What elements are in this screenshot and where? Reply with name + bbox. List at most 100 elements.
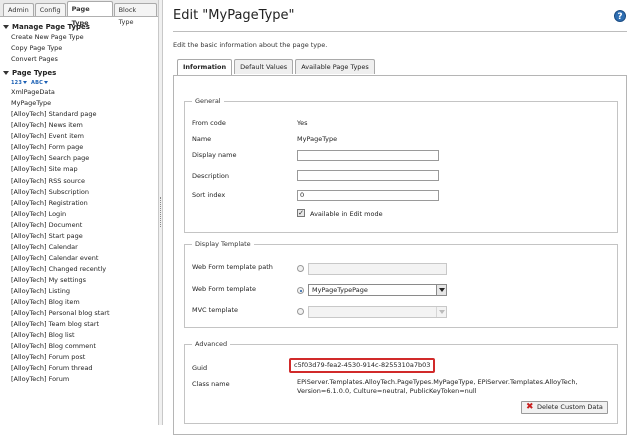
sort-numeric-label: 123 [11,79,23,86]
list-item[interactable]: XmlPageData [0,87,158,98]
general-legend: General [192,97,224,105]
available-in-edit-mode-checkbox[interactable]: ✓ [297,209,305,217]
manage-page-types-label: Manage Page Types [12,23,90,31]
mvc-template-label: MVC template [192,306,239,314]
list-item[interactable]: [AlloyTech] Search page [0,153,158,164]
sort-index-input[interactable]: 0 [297,190,439,201]
list-item[interactable]: [AlloyTech] News item [0,120,158,131]
sort-alpha-button[interactable]: ABC [31,80,48,86]
chevron-down-icon[interactable] [436,307,446,317]
sidebar-tab-page-type[interactable]: Page Type [66,1,113,27]
list-item[interactable]: [AlloyTech] Standard page [0,109,158,120]
splitter-grip[interactable] [160,197,161,227]
tab-panel-information: General From code Yes Name MyPageType Di… [173,75,627,435]
from-code-label: From code [192,119,226,127]
delete-icon: ✖ [526,402,534,412]
list-item[interactable]: [AlloyTech] Blog item [0,297,158,308]
intro-text: Edit the basic information about the pag… [173,41,328,49]
sort-arrow-icon [23,81,28,85]
page-types-label: Page Types [12,69,57,78]
guid-label: Guid [192,364,208,372]
delete-custom-data-button[interactable]: ✖ Delete Custom Data [521,401,608,414]
advanced-legend: Advanced [192,340,231,348]
sidebar: Admin Config Page Type Block Type Manage… [0,0,159,425]
list-item[interactable]: [AlloyTech] Personal blog start [0,308,158,319]
list-item[interactable]: [AlloyTech] Blog list [0,330,158,341]
page-types-header[interactable]: Page Types [0,68,158,78]
list-item[interactable]: [AlloyTech] Document [0,220,158,231]
sort-numeric-button[interactable]: 123 [11,79,28,86]
list-item[interactable]: [AlloyTech] Blog comment [0,341,158,352]
display-name-input[interactable] [297,150,439,161]
tab-information[interactable]: Information [177,59,233,75]
delete-custom-data-label: Delete Custom Data [537,403,603,411]
display-name-label: Display name [192,151,237,159]
list-item[interactable]: [AlloyTech] Event item [0,131,158,142]
webform-template-label: Web Form template [192,285,257,293]
guid-value: c5f03d79-fea2-4530-914c-8255310a7b03 [289,358,436,373]
sidebar-item-copy-page-type[interactable]: Copy Page Type [0,43,158,54]
list-item[interactable]: [AlloyTech] My settings [0,275,158,286]
sort-arrow-icon [44,81,48,85]
page-type-list: XmlPageData MyPageType [AlloyTech] Stand… [0,87,158,385]
list-item[interactable]: [AlloyTech] Forum thread [0,363,158,374]
list-item[interactable]: [AlloyTech] Forum post [0,352,158,363]
list-item[interactable]: [AlloyTech] Registration [0,198,158,209]
class-name-line-1: EPiServer.Templates.AlloyTech.PageTypes.… [297,378,578,386]
sort-alpha-label: ABC [31,79,43,86]
list-item[interactable]: [AlloyTech] RSS source [0,176,158,187]
help-icon[interactable]: ? [614,10,626,22]
collapse-triangle-icon[interactable] [3,25,9,29]
list-item[interactable]: [AlloyTech] Login [0,209,158,220]
sort-index-label: Sort index [192,191,226,199]
webform-path-input[interactable] [308,263,447,275]
sidebar-tab-admin[interactable]: Admin [3,3,34,16]
description-label: Description [192,172,230,180]
webform-template-value: MyPageTypePage [312,286,368,294]
name-label: Name [192,135,212,143]
list-item[interactable]: [AlloyTech] Forum [0,374,158,385]
collapse-triangle-icon[interactable] [3,71,9,76]
list-item[interactable]: [AlloyTech] Changed recently [0,264,158,275]
sidebar-tab-config[interactable]: Config [34,3,66,16]
list-item[interactable]: [AlloyTech] Subscription [0,187,158,198]
sidebar-item-create-page-type[interactable]: Create New Page Type [0,32,158,43]
sidebar-tab-block-type[interactable]: Block Type [113,3,157,26]
list-item[interactable]: [AlloyTech] Site map [0,164,158,175]
webform-path-label: Web Form template path [192,263,273,271]
class-name-line-2: Version=6.1.0.0, Culture=neutral, Public… [297,387,477,395]
from-code-value: Yes [297,119,308,127]
list-item[interactable]: [AlloyTech] Start page [0,231,158,242]
mvc-template-radio[interactable] [297,308,304,315]
display-template-legend: Display Template [192,240,254,248]
class-name-label: Class name [192,380,230,388]
webform-path-radio[interactable] [297,265,304,272]
list-item[interactable]: [AlloyTech] Listing [0,286,158,297]
sidebar-tabs: Admin Config Page Type Block Type [0,0,158,27]
name-value: MyPageType [297,135,338,143]
webform-template-radio[interactable] [297,287,304,294]
chevron-down-icon[interactable] [436,285,446,295]
tab-available-page-types[interactable]: Available Page Types [295,59,375,74]
manage-page-types-header[interactable]: Manage Page Types [0,22,158,32]
sort-controls: 123 ABC [0,78,158,87]
tab-default-values[interactable]: Default Values [234,59,294,74]
list-item[interactable]: MyPageType [0,98,158,109]
mvc-template-select[interactable] [308,306,447,318]
display-template-fieldset: Display Template Web Form template path … [184,240,618,328]
class-name-value: EPiServer.Templates.AlloyTech.PageTypes.… [297,378,578,396]
list-item[interactable]: [AlloyTech] Form page [0,142,158,153]
webform-template-select[interactable]: MyPageTypePage [308,284,447,296]
title-divider [173,31,627,32]
description-input[interactable] [297,170,439,181]
main-panel: Edit "MyPageType" ? Edit the basic infor… [163,0,633,435]
list-item[interactable]: [AlloyTech] Calendar event [0,253,158,264]
general-fieldset: General From code Yes Name MyPageType Di… [184,97,618,233]
list-item[interactable]: [AlloyTech] Team blog start [0,319,158,330]
page-title: Edit "MyPageType" [173,8,295,23]
sidebar-item-convert-pages[interactable]: Convert Pages [0,54,158,65]
edit-tabs: Information Default Values Available Pag… [177,59,377,75]
available-in-edit-mode-label: Available in Edit mode [310,210,383,218]
list-item[interactable]: [AlloyTech] Calendar [0,242,158,253]
advanced-fieldset: Advanced Guid c5f03d79-fea2-4530-914c-82… [184,340,618,424]
